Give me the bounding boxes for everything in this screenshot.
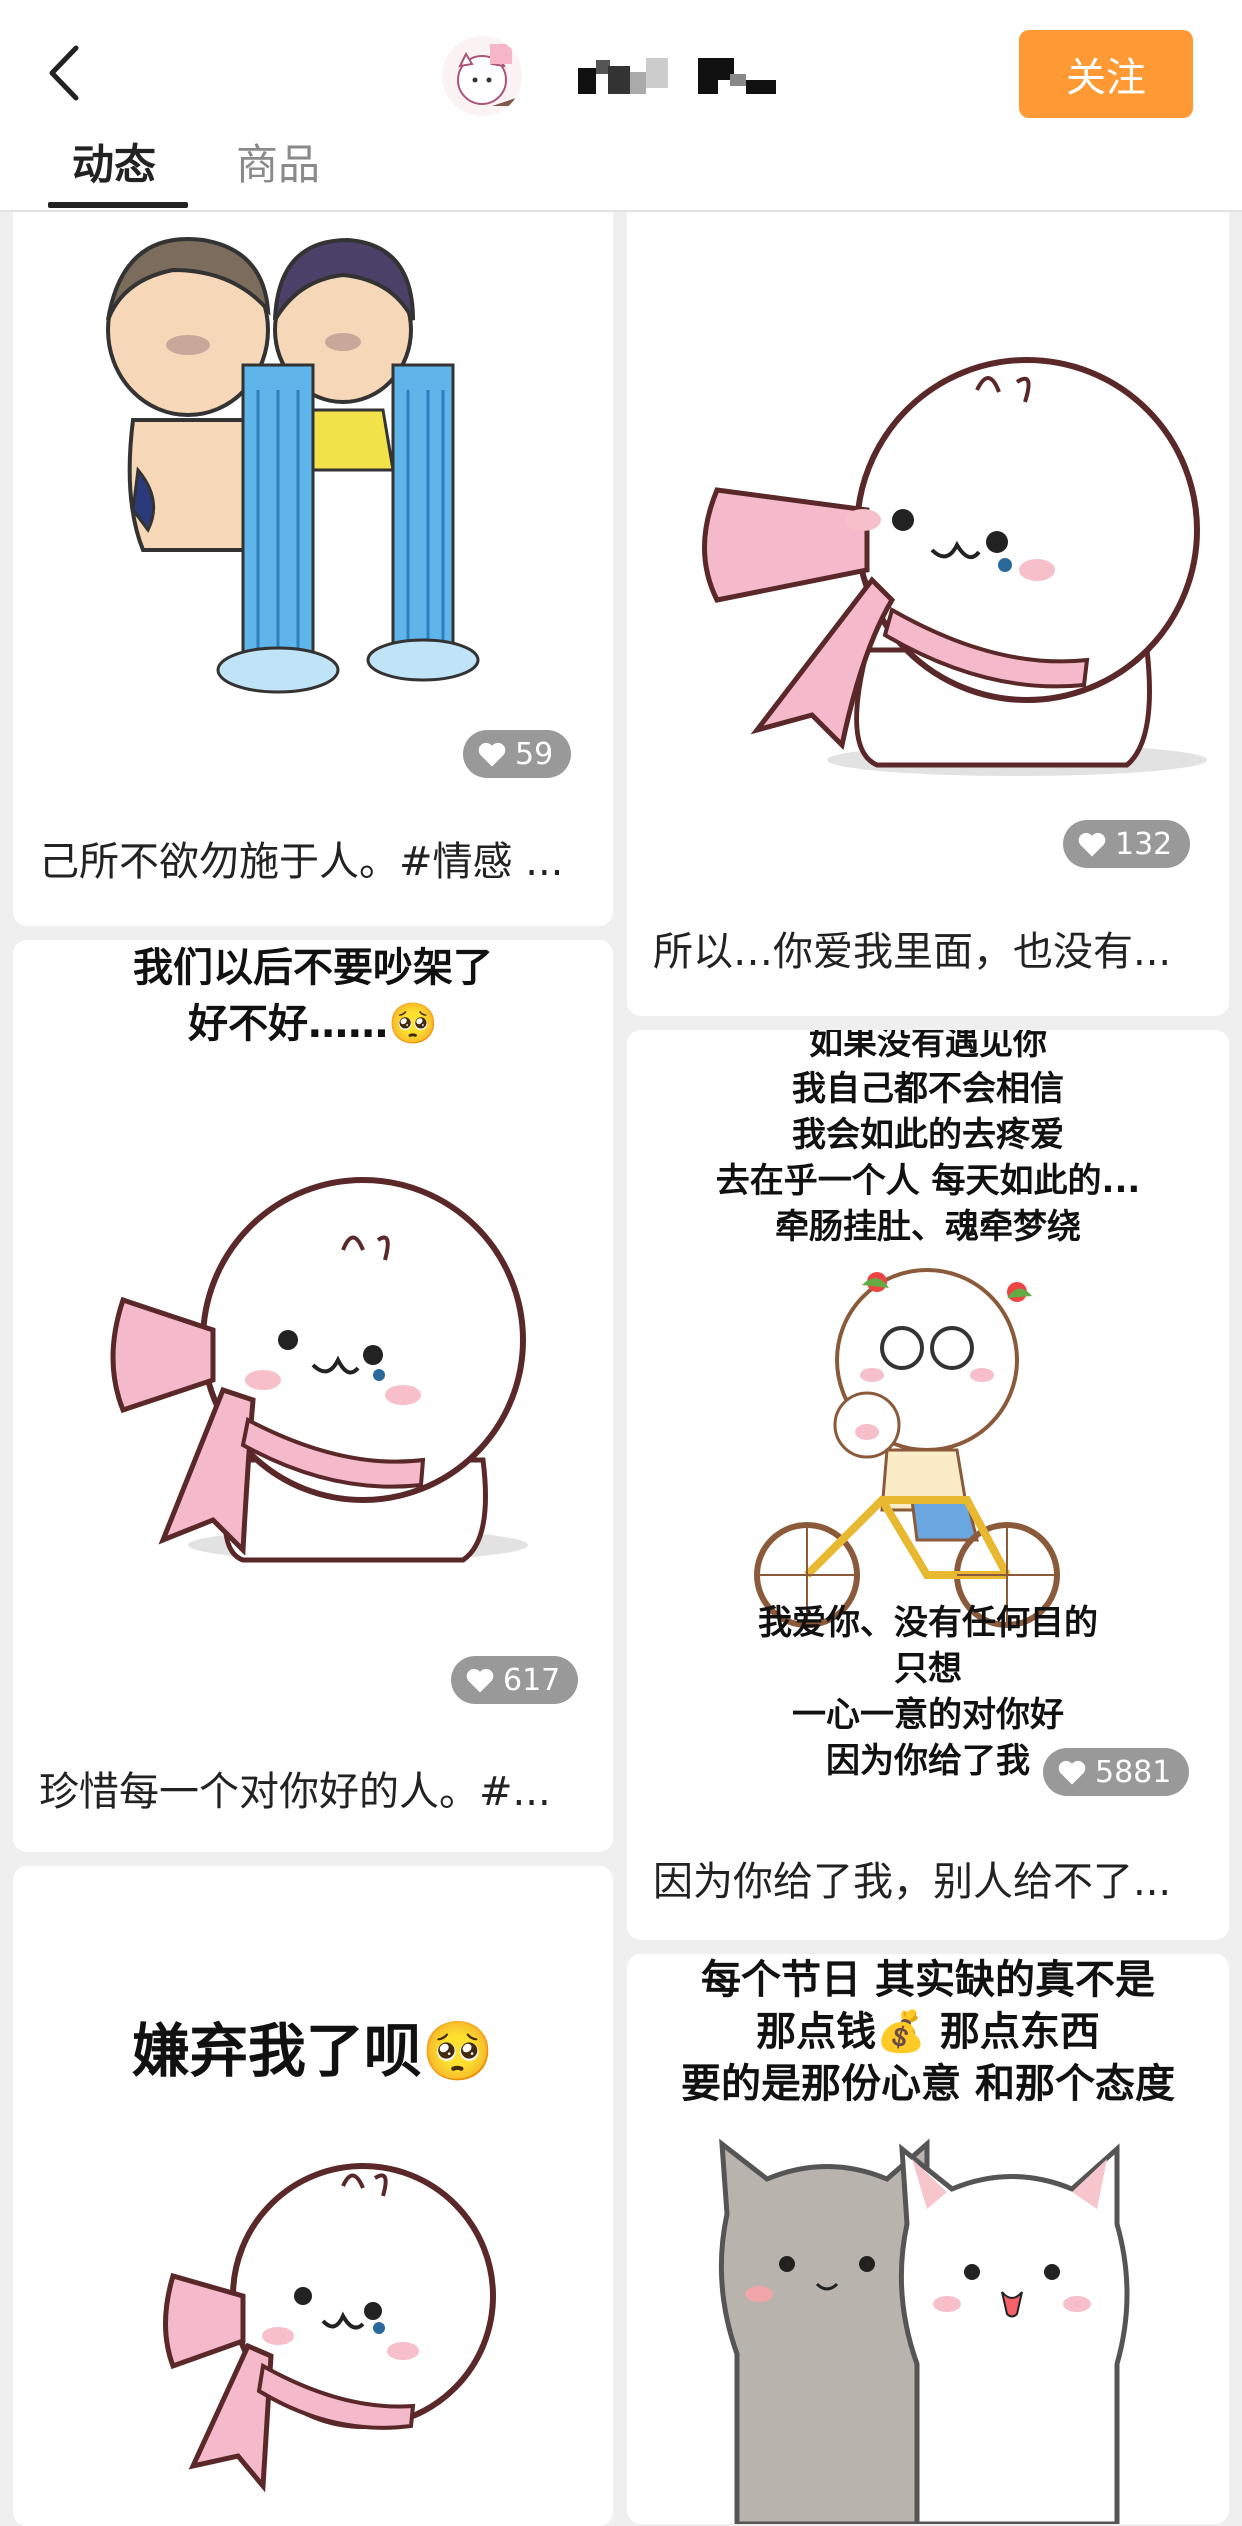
follow-button[interactable]: 关注 <box>1019 30 1193 118</box>
image-text: 只想 <box>894 1649 962 1689</box>
post-image <box>627 170 1229 880</box>
top-bar: 关注 动态 商品 <box>0 0 1242 212</box>
avatar[interactable] <box>442 36 522 116</box>
post-card[interactable]: 132 所以…你爱我里面，也没有... <box>627 170 1229 1016</box>
post-image <box>13 170 613 790</box>
username-masked <box>578 52 783 98</box>
post-caption: 己所不欲勿施于人。#情感 ... <box>39 839 564 885</box>
chevron-left-icon <box>49 45 79 101</box>
like-count: 132 <box>1115 826 1173 862</box>
like-badge[interactable]: 5881 <box>1043 1748 1190 1796</box>
heart-icon <box>478 742 506 767</box>
tab-posts[interactable]: 动态 <box>72 135 156 195</box>
heart-icon <box>1058 1760 1086 1785</box>
like-badge[interactable]: 132 <box>1063 820 1191 868</box>
tab-indicator <box>48 202 188 208</box>
tab-products[interactable]: 商品 <box>236 135 320 195</box>
post-image: 如果没有遇见你 我自己都不会相信 我会如此的去疼爱 去在乎一个人 每天如此的..… <box>627 1030 1229 1830</box>
post-card[interactable]: 59 己所不欲勿施于人。#情感 ... <box>13 170 613 926</box>
image-text: 一心一意的对你好 <box>792 1695 1064 1735</box>
post-caption: 因为你给了我，别人给不了... <box>653 1859 1172 1905</box>
post-image: 我们以后不要吵架了 好不好……🥺 <box>13 940 613 1720</box>
post-caption: 所以…你爱我里面，也没有... <box>653 929 1172 975</box>
post-caption: 珍惜每一个对你好的人。#... <box>39 1769 551 1815</box>
post-card[interactable]: 嫌弃我了呗🥺 <box>13 1866 613 2526</box>
image-text: 我爱你、没有任何目的 <box>758 1603 1098 1643</box>
like-count: 59 <box>515 736 554 772</box>
like-count: 5881 <box>1095 1754 1172 1790</box>
back-button[interactable] <box>40 38 100 108</box>
heart-icon <box>1078 832 1106 857</box>
like-count: 617 <box>503 1662 561 1698</box>
post-card[interactable]: 每个节日 其实缺的真不是 那点钱💰 那点东西 要的是那份心意 和那个态度 <box>627 1954 1229 2524</box>
post-image: 每个节日 其实缺的真不是 那点钱💰 那点东西 要的是那份心意 和那个态度 <box>627 1954 1229 2524</box>
post-card[interactable]: 我们以后不要吵架了 好不好……🥺 617 珍惜每一个对你好的人。#... <box>13 940 613 1852</box>
like-badge[interactable]: 59 <box>463 730 572 778</box>
heart-icon <box>466 1668 494 1693</box>
post-image: 嫌弃我了呗🥺 <box>13 1866 613 2526</box>
post-card[interactable]: 如果没有遇见你 我自己都不会相信 我会如此的去疼爱 去在乎一个人 每天如此的..… <box>627 1030 1229 1940</box>
like-badge[interactable]: 617 <box>451 1656 579 1704</box>
